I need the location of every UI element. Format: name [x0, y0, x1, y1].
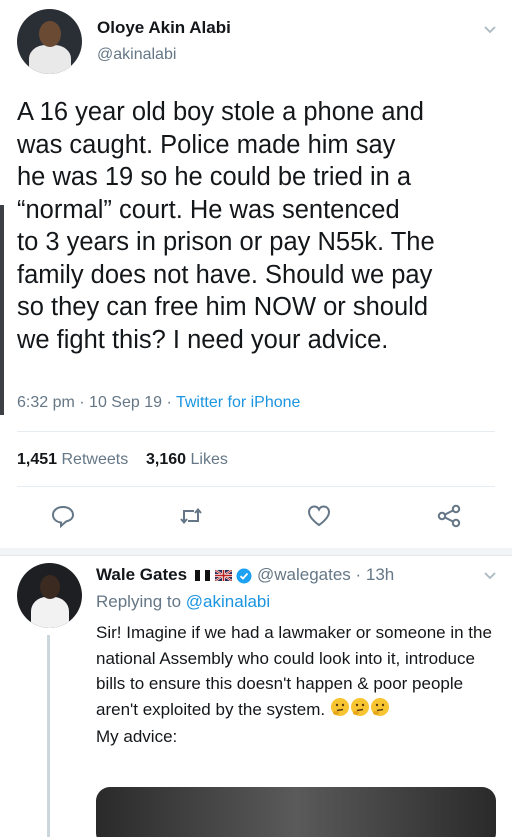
- thinking-emoji-icon: [330, 697, 349, 716]
- replying-prefix: Replying to: [96, 592, 182, 611]
- retweets-stat[interactable]: 1,451 Retweets: [17, 451, 128, 468]
- author-avatar[interactable]: [17, 9, 82, 74]
- section-separator: [0, 548, 512, 556]
- chevron-down-icon[interactable]: [483, 568, 497, 582]
- verified-icon: [236, 568, 252, 584]
- likes-stat[interactable]: 3,160 Likes: [146, 451, 228, 468]
- likes-count: 3,160: [145, 451, 187, 468]
- reply-author-name[interactable]: Wale Gates: [96, 565, 187, 584]
- emoji-group: [330, 697, 390, 725]
- likes-label: Likes: [190, 451, 228, 468]
- like-icon[interactable]: [306, 503, 332, 529]
- meta-separator: ·: [350, 565, 366, 584]
- meta-separator: ·: [79, 394, 90, 411]
- reply-icon[interactable]: [50, 503, 76, 529]
- reply-avatar[interactable]: [17, 563, 82, 628]
- share-icon[interactable]: [436, 503, 462, 529]
- tweet-stats: 1,451 Retweets 3,160 Likes: [17, 451, 228, 469]
- tweet-meta: 6:32 pm · 10 Sep 19 · Twitter for iPhone: [17, 394, 300, 412]
- retweets-label: Retweets: [61, 451, 129, 468]
- replying-to: Replying to @akinalabi: [96, 592, 270, 612]
- author-name[interactable]: Oloye Akin Alabi: [97, 18, 231, 38]
- tweet-date[interactable]: 10 Sep 19: [89, 394, 162, 411]
- meta-separator: ·: [166, 394, 176, 411]
- left-edge-bar: [0, 205, 4, 415]
- flag-uk-icon: [213, 569, 233, 582]
- reply-age[interactable]: 13h: [366, 565, 394, 584]
- author-handle[interactable]: @akinalabi: [97, 46, 176, 64]
- reply-header: Wale Gates @walegates · 13h: [96, 565, 394, 585]
- flag-nigeria-icon: [194, 570, 210, 582]
- reply-text-block: Sir! Imagine if we had a lawmaker or som…: [96, 620, 496, 750]
- retweet-icon[interactable]: [178, 503, 204, 529]
- tweet-source[interactable]: Twitter for iPhone: [176, 394, 301, 411]
- divider: [17, 431, 495, 432]
- thinking-emoji-icon: [350, 697, 369, 716]
- thinking-emoji-icon: [370, 697, 389, 716]
- tweet-text: A 16 year old boy stole a phone and was …: [17, 98, 435, 354]
- thread-line: [47, 635, 50, 837]
- divider: [17, 486, 495, 487]
- tweet-time[interactable]: 6:32 pm: [17, 394, 75, 411]
- reply-text: Sir! Imagine if we had a lawmaker or som…: [96, 623, 492, 719]
- retweets-count: 1,451: [17, 451, 58, 468]
- replying-to-handle[interactable]: @akinalabi: [186, 592, 270, 611]
- reply-author-handle[interactable]: @walegates: [257, 565, 351, 584]
- reply-media[interactable]: [96, 787, 496, 837]
- reply-text-2: My advice:: [96, 727, 178, 746]
- chevron-down-icon[interactable]: [483, 22, 497, 36]
